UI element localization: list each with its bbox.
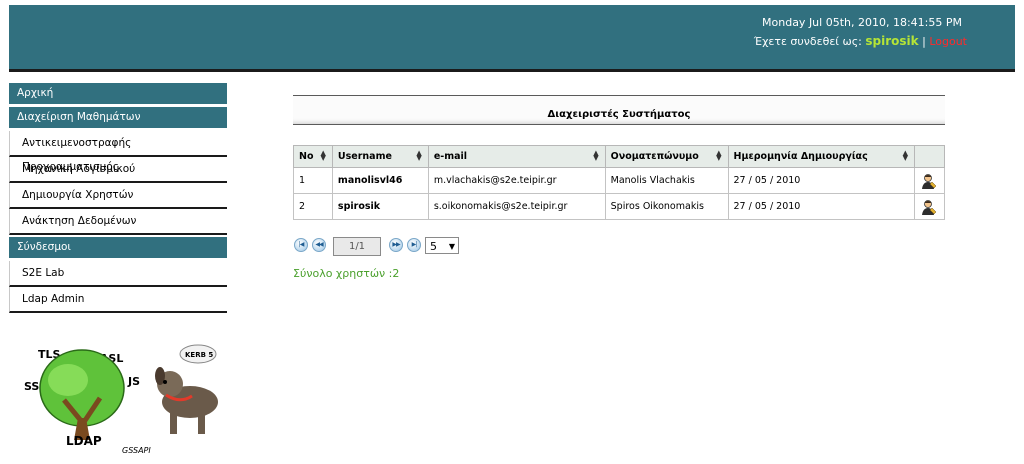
cell-fullname: Manolis Vlachakis [604, 167, 729, 194]
column-header-created[interactable]: Ημερομηνία Δημιουργίας ▲ ▼ [727, 145, 915, 168]
svg-text:LDAP: LDAP [66, 434, 102, 448]
cell-no: 2 [293, 193, 333, 220]
current-username: spirosik [865, 34, 919, 48]
cell-action [913, 167, 946, 194]
sidebar-link-ldap-admin[interactable]: Ldap Admin [9, 287, 227, 313]
cell-action [913, 193, 946, 220]
sort-icon: ▲ ▼ [902, 149, 908, 162]
ldap-logo: TLS SASL SSL JS LDAP GSSAPI KERB 5 [20, 340, 230, 460]
datetime: Monday Jul 05th, 2010, 18:41:55 PM [762, 16, 962, 29]
page-title: Διαχειριστές Συστήματος [293, 95, 945, 125]
dropdown-arrow-icon: ▼ [448, 242, 455, 251]
svg-text:KERB 5: KERB 5 [185, 351, 213, 359]
separator: | [922, 35, 926, 48]
sidebar-item-create-users[interactable]: Δημιουργία Χρηστών [9, 183, 227, 209]
cell-email: s.oikonomakis@s2e.teipir.gr [427, 193, 606, 220]
main-content: Διαχειριστές Συστήματος No ▲ ▼ Username ▲ ▼ … [293, 95, 946, 280]
cell-email: m.vlachakis@s2e.teipir.gr [427, 167, 606, 194]
admins-table: No ▲ ▼ Username ▲ ▼ e-mail ▲ ▼ Ονοματεπώνυμο ▲ ▼… [293, 145, 946, 220]
sort-icon: ▲ ▼ [320, 149, 326, 162]
sort-icon: ▲ ▼ [416, 149, 422, 162]
sidebar-item-data-retrieval[interactable]: Ανάκτηση Δεδομένων [9, 209, 227, 235]
page-size-select[interactable]: 5 ▼ [425, 237, 459, 254]
total-users: Σύνολο χρηστών :2 [293, 267, 400, 280]
next-page-icon[interactable]: ▶▶ [389, 238, 403, 252]
table-header-row: No ▲ ▼ Username ▲ ▼ e-mail ▲ ▼ Ονοματεπώνυμο ▲ ▼… [293, 145, 946, 168]
table-row: 1 manolisvl46 m.vlachakis@s2e.teipir.gr … [293, 167, 946, 194]
cell-fullname: Spiros Oikonomakis [604, 193, 729, 220]
logged-in-label: Έχετε συνδεθεί ως: [753, 35, 862, 48]
column-header-no[interactable]: No ▲ ▼ [293, 145, 333, 168]
column-header-email[interactable]: e-mail ▲ ▼ [427, 145, 606, 168]
sidebar: Αρχική Διαχείριση Μαθημάτων Αντικειμενοσ… [9, 83, 227, 313]
column-header-fullname[interactable]: Ονοματεπώνυμο ▲ ▼ [604, 145, 729, 168]
svg-text:JS: JS [127, 375, 140, 388]
first-page-icon[interactable]: |◀ [294, 238, 308, 252]
column-header-username[interactable]: Username ▲ ▼ [331, 145, 429, 168]
page-number-input[interactable]: 1/1 [333, 237, 381, 256]
header-bar: Monday Jul 05th, 2010, 18:41:55 PM Έχετε… [9, 5, 1015, 72]
logout-link[interactable]: Logout [929, 35, 967, 48]
sidebar-section-courses[interactable]: Διαχείριση Μαθημάτων [9, 107, 227, 131]
sidebar-link-s2e-lab[interactable]: S2E Lab [9, 261, 227, 287]
cell-username: spirosik [331, 193, 429, 220]
login-info: Έχετε συνδεθεί ως: spirosik | Logout [754, 34, 967, 48]
cell-no: 1 [293, 167, 333, 194]
sort-icon: ▲ ▼ [593, 149, 599, 162]
edit-user-icon[interactable] [921, 199, 937, 215]
table-row: 2 spirosik s.oikonomakis@s2e.teipir.gr S… [293, 193, 946, 220]
sidebar-section-home[interactable]: Αρχική [9, 83, 227, 107]
pagination: |◀ ◀◀ 1/1 ▶▶ ▶| 5 ▼ [293, 236, 493, 258]
cell-username: manolisvl46 [331, 167, 429, 194]
cell-created: 27 / 05 / 2010 [727, 167, 915, 194]
last-page-icon[interactable]: ▶| [407, 238, 421, 252]
column-header-actions [913, 145, 946, 168]
sidebar-item-oop[interactable]: Αντικειμενοστραφής Προγραμματισμός [9, 131, 227, 173]
svg-text:GSSAPI: GSSAPI [122, 446, 151, 455]
cell-created: 27 / 05 / 2010 [727, 193, 915, 220]
sidebar-section-links: Σύνδεσμοι [9, 237, 227, 261]
sort-icon: ▲ ▼ [716, 149, 722, 162]
sidebar-item-software-engineering[interactable]: Μηχανική Λογισμικού [9, 157, 227, 183]
edit-user-icon[interactable] [921, 173, 937, 189]
prev-page-icon[interactable]: ◀◀ [312, 238, 326, 252]
